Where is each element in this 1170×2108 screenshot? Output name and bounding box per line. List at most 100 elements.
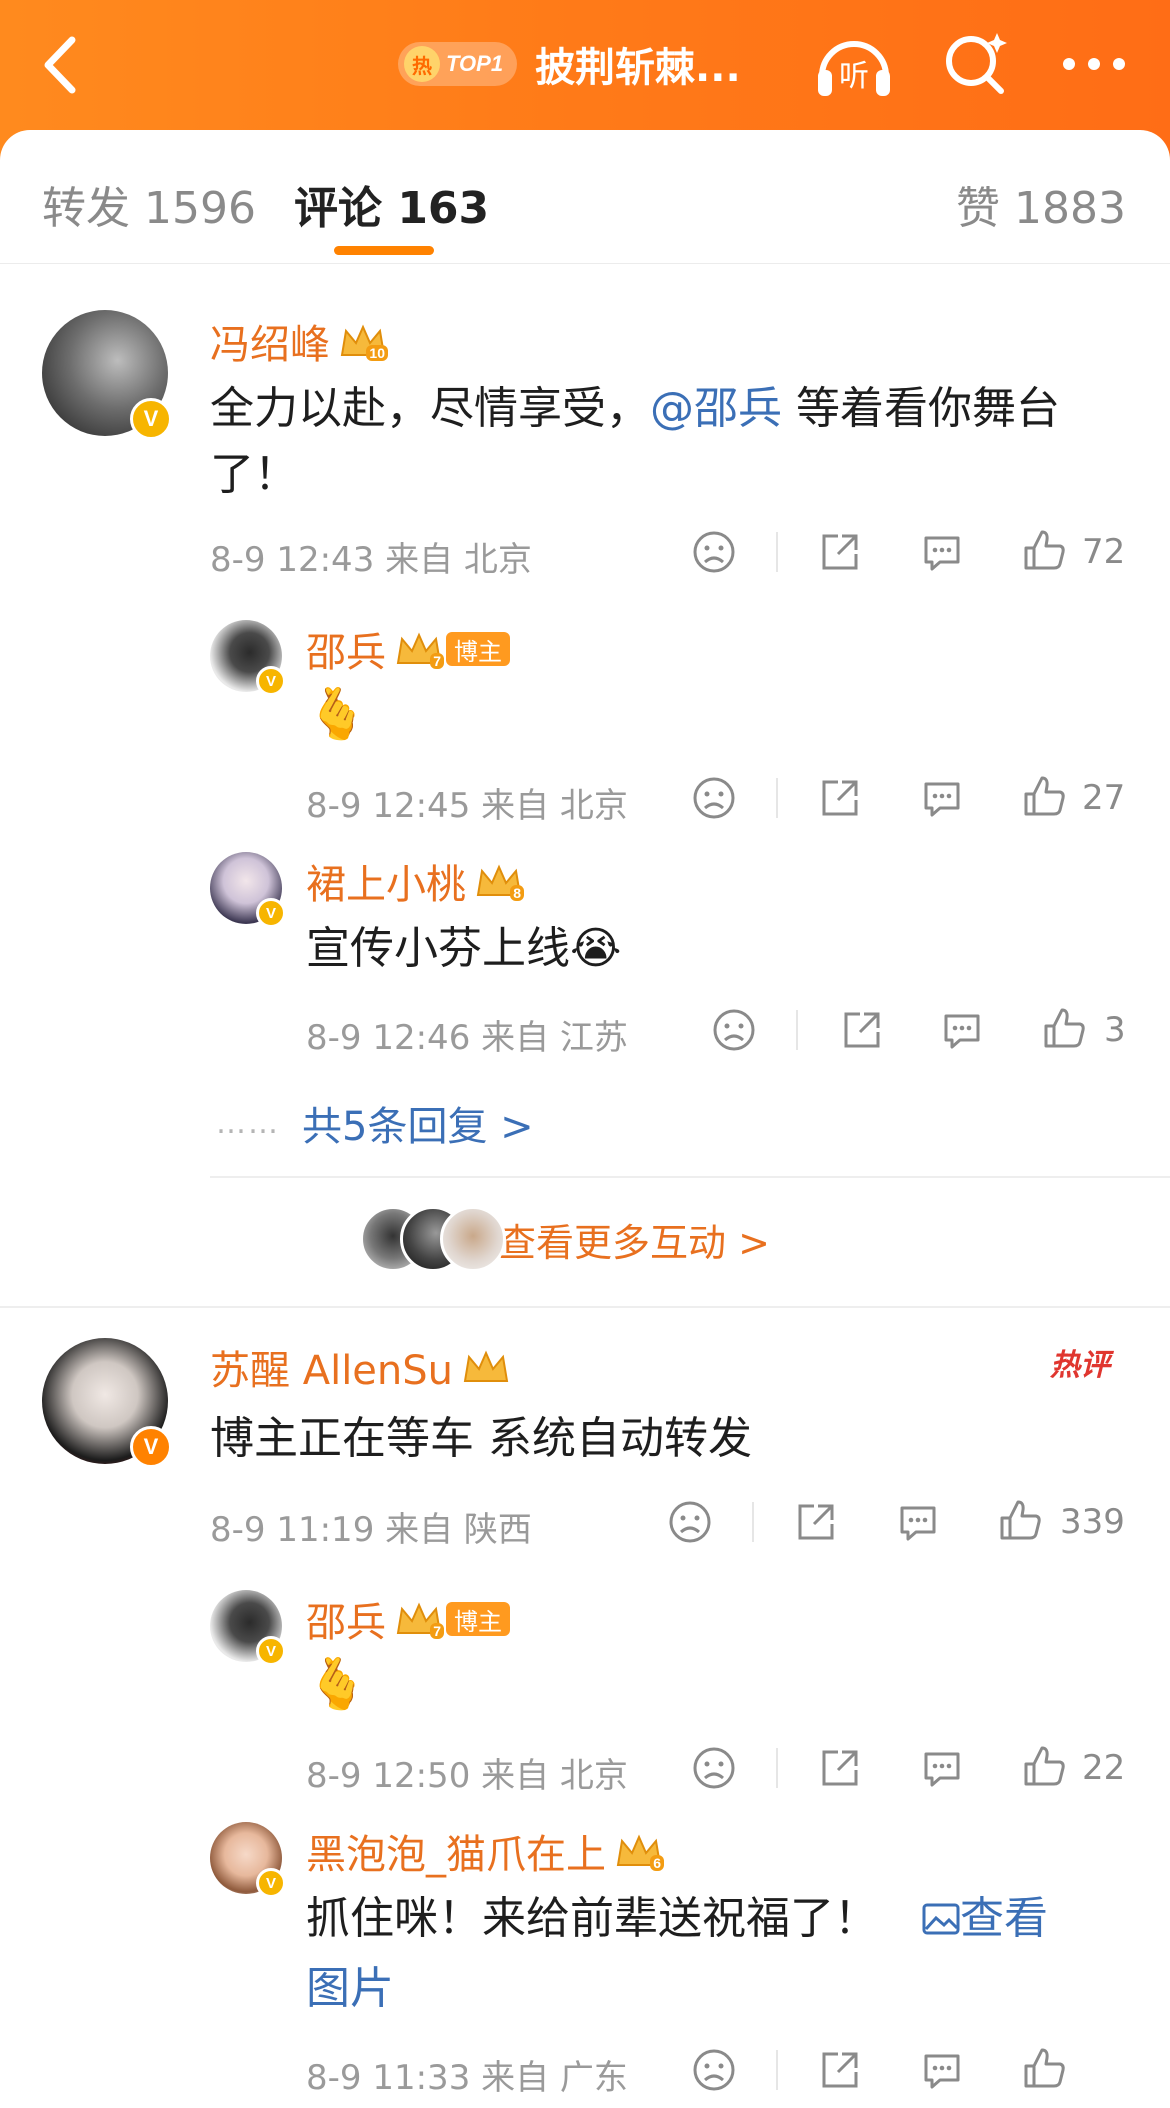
reply-text: 抓住咪！来给前辈送祝福了！ 查看 xyxy=(306,1886,1136,1952)
like-icon[interactable] xyxy=(996,1496,1044,1544)
view-image-link[interactable]: 查看 xyxy=(922,1893,1048,1944)
verified-icon: V xyxy=(256,666,286,696)
back-icon[interactable] xyxy=(32,30,92,100)
finger-heart-emoji: 🫰 xyxy=(306,1655,369,1713)
listen-label: 听 xyxy=(839,59,869,94)
comment-icon[interactable] xyxy=(918,2046,966,2094)
view-image-label-cont[interactable]: 图片 xyxy=(306,1956,394,2022)
share-icon[interactable] xyxy=(816,1744,864,1792)
comment-icon[interactable] xyxy=(894,1498,942,1546)
reply-meta: 8-9 12:46 来自 江苏 xyxy=(306,1018,628,1058)
share-icon[interactable] xyxy=(816,774,864,822)
dislike-icon[interactable] xyxy=(690,2046,738,2094)
like-count: 22 xyxy=(1082,1748,1126,1788)
more-interactions-link[interactable]: 查看更多互动 > xyxy=(360,1206,770,1272)
reply-author[interactable]: 邵兵 7 博主 xyxy=(306,1590,510,1648)
avatar[interactable]: V xyxy=(210,620,286,696)
like-count: 27 xyxy=(1082,778,1126,818)
comment-icon[interactable] xyxy=(918,774,966,822)
more-replies-link[interactable]: …… 共5条回复 > xyxy=(216,1094,534,1152)
verified-icon: V xyxy=(256,898,286,928)
hot-rank-badge: 热 TOP1 xyxy=(398,42,518,86)
reply-meta: 8-9 12:50 来自 北京 xyxy=(306,1756,628,1796)
avatar[interactable]: V xyxy=(42,310,172,440)
blogger-badge: 博主 xyxy=(446,1602,510,1636)
verified-icon: V xyxy=(256,1868,286,1898)
like-icon[interactable] xyxy=(1020,2044,1068,2092)
comment-meta: 8-9 12:43 来自 北京 xyxy=(210,540,532,580)
crying-emoji: 😭 xyxy=(570,923,622,974)
reply-meta: 8-9 11:33 来自 广东 xyxy=(306,2058,628,2098)
comment-icon[interactable] xyxy=(938,1006,986,1054)
search-icon[interactable] xyxy=(934,26,1018,102)
reply-author[interactable]: 黑泡泡_猫爪在上 6 xyxy=(306,1822,664,1880)
share-icon[interactable] xyxy=(792,1498,840,1546)
divider xyxy=(0,1306,1170,1308)
divider xyxy=(776,778,778,818)
dislike-icon[interactable] xyxy=(690,774,738,822)
interaction-avatars xyxy=(360,1206,506,1272)
crown-icon: 7 xyxy=(394,629,444,669)
crown-level: 7 xyxy=(430,653,444,669)
crown-icon: 8 xyxy=(474,861,524,901)
avatar[interactable]: V xyxy=(210,1590,286,1666)
more-replies-label: 共5条回复 > xyxy=(302,1104,534,1150)
author-name: 裙上小桃 xyxy=(306,862,466,908)
crown-icon: 7 xyxy=(394,1599,444,1639)
like-icon[interactable] xyxy=(1020,1742,1068,1790)
avatar[interactable]: V xyxy=(210,852,286,928)
divider xyxy=(752,1502,754,1542)
dislike-icon[interactable] xyxy=(666,1498,714,1546)
avatar[interactable]: V xyxy=(42,1338,172,1468)
comment-meta: 8-9 11:19 来自 陕西 xyxy=(210,1510,532,1550)
tab-like[interactable]: 赞 1883 xyxy=(956,172,1126,236)
like-count: 3 xyxy=(1104,1010,1126,1050)
tab-repost[interactable]: 转发 1596 xyxy=(42,172,256,236)
crown-icon: 6 xyxy=(614,1831,664,1871)
more-replies-dots: …… xyxy=(216,1105,280,1141)
tab-comment[interactable]: 评论 163 xyxy=(294,172,489,236)
comment-author[interactable]: 苏醒 AllenSu xyxy=(210,1338,511,1396)
hot-comment-tag: 热评 xyxy=(1050,1348,1110,1383)
reply-author[interactable]: 邵兵 7 博主 xyxy=(306,620,510,678)
hot-topic-title[interactable]: 热 TOP1 披荆斩棘... xyxy=(398,32,741,96)
dislike-icon[interactable] xyxy=(690,1744,738,1792)
comment-author[interactable]: 冯绍峰 10 xyxy=(210,312,388,370)
verified-icon: V xyxy=(130,1426,172,1468)
like-count: 339 xyxy=(1060,1502,1125,1542)
finger-heart-emoji: 🫰 xyxy=(306,685,369,743)
share-icon[interactable] xyxy=(838,1006,886,1054)
comment-icon[interactable] xyxy=(918,528,966,576)
listen-icon[interactable]: 听 xyxy=(812,26,896,102)
dislike-icon[interactable] xyxy=(710,1006,758,1054)
reply-text-part: 抓住咪！来给前辈送祝福了！ xyxy=(306,1893,878,1944)
reply-author[interactable]: 裙上小桃 8 xyxy=(306,852,524,910)
avatar[interactable]: V xyxy=(210,1822,286,1898)
like-icon[interactable] xyxy=(1040,1004,1088,1052)
share-icon[interactable] xyxy=(816,2046,864,2094)
page-title: 披荆斩棘... xyxy=(535,45,741,91)
reply-text: 宣传小芬上线😭 xyxy=(306,916,621,982)
author-name: 苏醒 AllenSu xyxy=(210,1348,454,1394)
active-tab-indicator xyxy=(334,246,434,255)
author-name: 冯绍峰 xyxy=(210,322,330,368)
view-image-label: 查看 xyxy=(960,1893,1048,1944)
share-icon[interactable] xyxy=(816,528,864,576)
comment-text: 博主正在等车 系统自动转发 xyxy=(210,1413,752,1464)
divider xyxy=(776,2050,778,2090)
dislike-icon[interactable] xyxy=(690,528,738,576)
comment-text: 全力以赴，尽情享受，@邵兵 等着看你舞台了！ xyxy=(210,376,1130,508)
tab-bar: 转发 1596 评论 163 赞 1883 xyxy=(0,130,1170,264)
author-name: 邵兵 xyxy=(306,630,386,676)
comment-icon[interactable] xyxy=(918,1744,966,1792)
like-count: 72 xyxy=(1082,532,1126,572)
mention-link[interactable]: @邵兵 xyxy=(650,383,782,434)
hot-icon: 热 xyxy=(404,46,440,82)
like-icon[interactable] xyxy=(1020,772,1068,820)
reply-text-part: 宣传小芬上线 xyxy=(306,923,570,974)
more-icon[interactable] xyxy=(1052,26,1136,102)
crown-level: 10 xyxy=(366,345,388,361)
crown-level: 6 xyxy=(650,1855,664,1871)
more-interactions-label: 查看更多互动 > xyxy=(498,1220,770,1265)
like-icon[interactable] xyxy=(1020,526,1068,574)
